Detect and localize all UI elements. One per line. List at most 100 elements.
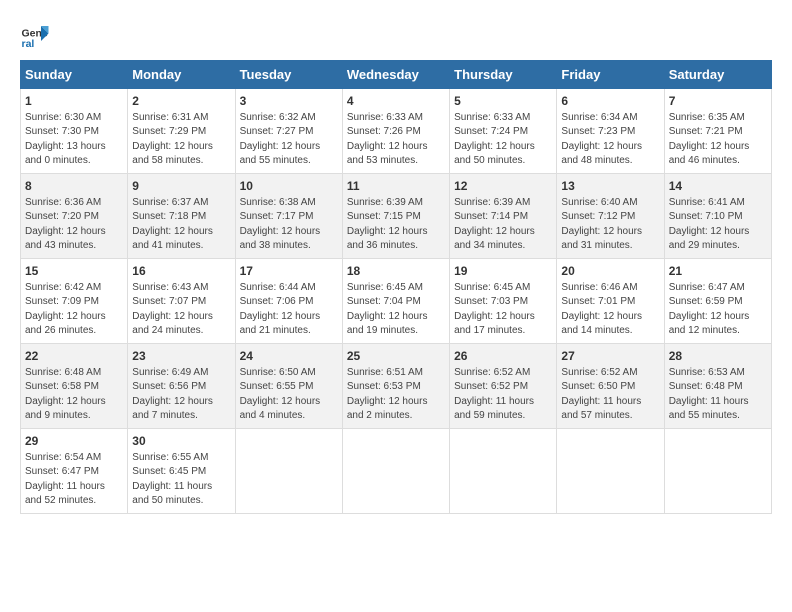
day-info: Sunrise: 6:37 AM Sunset: 7:18 PM Dayligh…: [132, 196, 230, 254]
day-info: Sunrise: 6:44 AM Sunset: 7:06 PM Dayligh…: [240, 281, 338, 339]
day-number: 1: [25, 93, 123, 110]
day-number: 2: [132, 93, 230, 110]
calendar-cell: [664, 429, 771, 514]
day-number: 9: [132, 178, 230, 195]
day-info: Sunrise: 6:52 AM Sunset: 6:50 PM Dayligh…: [561, 366, 659, 424]
calendar-cell: 19Sunrise: 6:45 AM Sunset: 7:03 PM Dayli…: [450, 259, 557, 344]
day-number: 23: [132, 348, 230, 365]
calendar-cell: 11Sunrise: 6:39 AM Sunset: 7:15 PM Dayli…: [342, 174, 449, 259]
day-info: Sunrise: 6:45 AM Sunset: 7:04 PM Dayligh…: [347, 281, 445, 339]
calendar-row-2: 8Sunrise: 6:36 AM Sunset: 7:20 PM Daylig…: [21, 174, 772, 259]
day-info: Sunrise: 6:39 AM Sunset: 7:14 PM Dayligh…: [454, 196, 552, 254]
day-number: 14: [669, 178, 767, 195]
calendar-cell: 6Sunrise: 6:34 AM Sunset: 7:23 PM Daylig…: [557, 89, 664, 174]
day-info: Sunrise: 6:55 AM Sunset: 6:45 PM Dayligh…: [132, 451, 230, 509]
day-info: Sunrise: 6:49 AM Sunset: 6:56 PM Dayligh…: [132, 366, 230, 424]
day-info: Sunrise: 6:47 AM Sunset: 6:59 PM Dayligh…: [669, 281, 767, 339]
day-number: 29: [25, 433, 123, 450]
calendar-row-4: 22Sunrise: 6:48 AM Sunset: 6:58 PM Dayli…: [21, 344, 772, 429]
calendar-cell: 25Sunrise: 6:51 AM Sunset: 6:53 PM Dayli…: [342, 344, 449, 429]
calendar-cell: 1Sunrise: 6:30 AM Sunset: 7:30 PM Daylig…: [21, 89, 128, 174]
day-number: 3: [240, 93, 338, 110]
calendar-table: SundayMondayTuesdayWednesdayThursdayFrid…: [20, 60, 772, 514]
day-info: Sunrise: 6:45 AM Sunset: 7:03 PM Dayligh…: [454, 281, 552, 339]
calendar-header-row: SundayMondayTuesdayWednesdayThursdayFrid…: [21, 61, 772, 89]
day-number: 10: [240, 178, 338, 195]
logo: Gene ral: [20, 20, 54, 50]
calendar-cell: 5Sunrise: 6:33 AM Sunset: 7:24 PM Daylig…: [450, 89, 557, 174]
calendar-cell: [342, 429, 449, 514]
day-info: Sunrise: 6:33 AM Sunset: 7:24 PM Dayligh…: [454, 111, 552, 169]
logo-icon: Gene ral: [20, 20, 50, 50]
day-info: Sunrise: 6:54 AM Sunset: 6:47 PM Dayligh…: [25, 451, 123, 509]
calendar-cell: 3Sunrise: 6:32 AM Sunset: 7:27 PM Daylig…: [235, 89, 342, 174]
calendar-cell: 8Sunrise: 6:36 AM Sunset: 7:20 PM Daylig…: [21, 174, 128, 259]
calendar-cell: 28Sunrise: 6:53 AM Sunset: 6:48 PM Dayli…: [664, 344, 771, 429]
day-number: 19: [454, 263, 552, 280]
calendar-row-1: 1Sunrise: 6:30 AM Sunset: 7:30 PM Daylig…: [21, 89, 772, 174]
calendar-cell: 2Sunrise: 6:31 AM Sunset: 7:29 PM Daylig…: [128, 89, 235, 174]
calendar-cell: 26Sunrise: 6:52 AM Sunset: 6:52 PM Dayli…: [450, 344, 557, 429]
calendar-cell: 4Sunrise: 6:33 AM Sunset: 7:26 PM Daylig…: [342, 89, 449, 174]
header-thursday: Thursday: [450, 61, 557, 89]
day-info: Sunrise: 6:35 AM Sunset: 7:21 PM Dayligh…: [669, 111, 767, 169]
day-number: 15: [25, 263, 123, 280]
day-number: 18: [347, 263, 445, 280]
day-number: 13: [561, 178, 659, 195]
page-header: Gene ral: [20, 20, 772, 50]
header-tuesday: Tuesday: [235, 61, 342, 89]
day-number: 22: [25, 348, 123, 365]
day-info: Sunrise: 6:36 AM Sunset: 7:20 PM Dayligh…: [25, 196, 123, 254]
calendar-cell: 22Sunrise: 6:48 AM Sunset: 6:58 PM Dayli…: [21, 344, 128, 429]
day-info: Sunrise: 6:39 AM Sunset: 7:15 PM Dayligh…: [347, 196, 445, 254]
calendar-cell: 27Sunrise: 6:52 AM Sunset: 6:50 PM Dayli…: [557, 344, 664, 429]
calendar-cell: [557, 429, 664, 514]
calendar-cell: 16Sunrise: 6:43 AM Sunset: 7:07 PM Dayli…: [128, 259, 235, 344]
day-number: 16: [132, 263, 230, 280]
calendar-cell: 14Sunrise: 6:41 AM Sunset: 7:10 PM Dayli…: [664, 174, 771, 259]
calendar-cell: 13Sunrise: 6:40 AM Sunset: 7:12 PM Dayli…: [557, 174, 664, 259]
day-info: Sunrise: 6:33 AM Sunset: 7:26 PM Dayligh…: [347, 111, 445, 169]
day-number: 8: [25, 178, 123, 195]
day-info: Sunrise: 6:40 AM Sunset: 7:12 PM Dayligh…: [561, 196, 659, 254]
day-info: Sunrise: 6:42 AM Sunset: 7:09 PM Dayligh…: [25, 281, 123, 339]
calendar-cell: 18Sunrise: 6:45 AM Sunset: 7:04 PM Dayli…: [342, 259, 449, 344]
header-friday: Friday: [557, 61, 664, 89]
day-info: Sunrise: 6:30 AM Sunset: 7:30 PM Dayligh…: [25, 111, 123, 169]
day-number: 25: [347, 348, 445, 365]
calendar-row-5: 29Sunrise: 6:54 AM Sunset: 6:47 PM Dayli…: [21, 429, 772, 514]
day-number: 27: [561, 348, 659, 365]
day-info: Sunrise: 6:34 AM Sunset: 7:23 PM Dayligh…: [561, 111, 659, 169]
day-info: Sunrise: 6:43 AM Sunset: 7:07 PM Dayligh…: [132, 281, 230, 339]
day-info: Sunrise: 6:51 AM Sunset: 6:53 PM Dayligh…: [347, 366, 445, 424]
day-info: Sunrise: 6:52 AM Sunset: 6:52 PM Dayligh…: [454, 366, 552, 424]
day-number: 30: [132, 433, 230, 450]
calendar-cell: 9Sunrise: 6:37 AM Sunset: 7:18 PM Daylig…: [128, 174, 235, 259]
day-number: 6: [561, 93, 659, 110]
calendar-cell: 17Sunrise: 6:44 AM Sunset: 7:06 PM Dayli…: [235, 259, 342, 344]
day-number: 5: [454, 93, 552, 110]
calendar-cell: 15Sunrise: 6:42 AM Sunset: 7:09 PM Dayli…: [21, 259, 128, 344]
day-info: Sunrise: 6:46 AM Sunset: 7:01 PM Dayligh…: [561, 281, 659, 339]
calendar-row-3: 15Sunrise: 6:42 AM Sunset: 7:09 PM Dayli…: [21, 259, 772, 344]
day-number: 26: [454, 348, 552, 365]
svg-text:ral: ral: [22, 38, 35, 50]
day-number: 24: [240, 348, 338, 365]
day-info: Sunrise: 6:50 AM Sunset: 6:55 PM Dayligh…: [240, 366, 338, 424]
day-info: Sunrise: 6:38 AM Sunset: 7:17 PM Dayligh…: [240, 196, 338, 254]
day-number: 4: [347, 93, 445, 110]
calendar-cell: 10Sunrise: 6:38 AM Sunset: 7:17 PM Dayli…: [235, 174, 342, 259]
day-info: Sunrise: 6:48 AM Sunset: 6:58 PM Dayligh…: [25, 366, 123, 424]
day-info: Sunrise: 6:32 AM Sunset: 7:27 PM Dayligh…: [240, 111, 338, 169]
calendar-cell: 21Sunrise: 6:47 AM Sunset: 6:59 PM Dayli…: [664, 259, 771, 344]
calendar-cell: 30Sunrise: 6:55 AM Sunset: 6:45 PM Dayli…: [128, 429, 235, 514]
day-number: 7: [669, 93, 767, 110]
calendar-cell: 24Sunrise: 6:50 AM Sunset: 6:55 PM Dayli…: [235, 344, 342, 429]
day-number: 12: [454, 178, 552, 195]
header-sunday: Sunday: [21, 61, 128, 89]
day-number: 11: [347, 178, 445, 195]
calendar-cell: 29Sunrise: 6:54 AM Sunset: 6:47 PM Dayli…: [21, 429, 128, 514]
day-info: Sunrise: 6:31 AM Sunset: 7:29 PM Dayligh…: [132, 111, 230, 169]
day-info: Sunrise: 6:53 AM Sunset: 6:48 PM Dayligh…: [669, 366, 767, 424]
day-number: 20: [561, 263, 659, 280]
